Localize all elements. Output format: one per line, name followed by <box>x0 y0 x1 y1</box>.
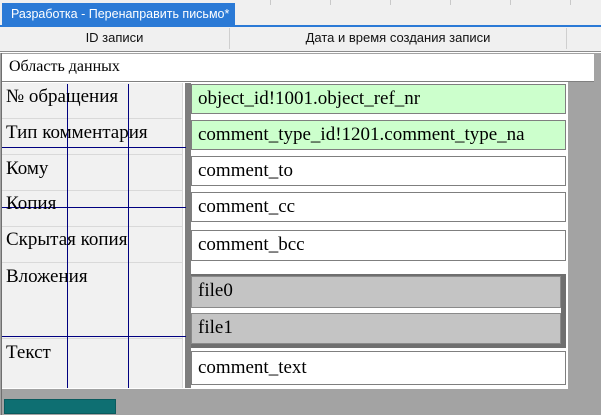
field-comment-bcc[interactable]: comment_bcc <box>191 230 566 261</box>
design-guide-hline <box>2 147 186 148</box>
grid-line <box>2 190 183 191</box>
attachment-group-shadow <box>191 344 566 348</box>
ruler-tick-icon <box>450 0 451 5</box>
column-separator <box>229 28 230 49</box>
field-file0[interactable]: file0 <box>191 276 561 308</box>
grid-line <box>2 226 183 227</box>
ruler-tick-icon <box>330 0 331 5</box>
ruler-tick-icon <box>270 0 271 5</box>
grid-line <box>2 154 183 155</box>
tab-development[interactable]: Разработка - Перенаправить письмо* <box>2 3 235 25</box>
label-request-number[interactable]: № обращения <box>6 86 118 108</box>
ruler-tick-icon <box>390 0 391 5</box>
column-header-id[interactable]: ID записи <box>0 30 229 48</box>
grid-line <box>2 118 183 119</box>
grid-line <box>2 262 183 263</box>
ruler-tick-icon <box>570 0 571 5</box>
report-designer-window: Разработка - Перенаправить письмо* ID за… <box>0 0 601 415</box>
label-attachments[interactable]: Вложения <box>6 266 88 288</box>
minimized-window-caption[interactable] <box>4 399 116 414</box>
ruler-tick-icon <box>510 0 511 5</box>
column-separator <box>566 28 567 49</box>
label-cc[interactable]: Копия <box>6 193 56 215</box>
field-file1[interactable]: file1 <box>191 313 561 344</box>
field-comment-type[interactable]: comment_type_id!1201.comment_type_na <box>191 120 566 150</box>
label-comment-type[interactable]: Тип комментария <box>6 122 148 144</box>
label-text[interactable]: Текст <box>6 342 51 364</box>
label-to[interactable]: Кому <box>6 158 48 180</box>
label-bcc[interactable]: Скрытая копия <box>6 229 127 251</box>
field-comment-text[interactable]: comment_text <box>191 351 566 385</box>
grid-line <box>2 338 183 339</box>
field-comment-to[interactable]: comment_to <box>191 156 566 186</box>
attachment-group-shadow <box>561 274 566 348</box>
band-header-data-area[interactable]: Область данных <box>2 54 594 82</box>
column-header-date[interactable]: Дата и время создания записи <box>229 30 567 48</box>
tab-underline <box>0 25 601 27</box>
field-object-ref-nr[interactable]: object_id!1001.object_ref_nr <box>191 84 566 114</box>
field-comment-cc[interactable]: comment_cc <box>191 192 566 222</box>
grid-line <box>182 83 183 388</box>
design-guide-hline <box>2 336 186 337</box>
